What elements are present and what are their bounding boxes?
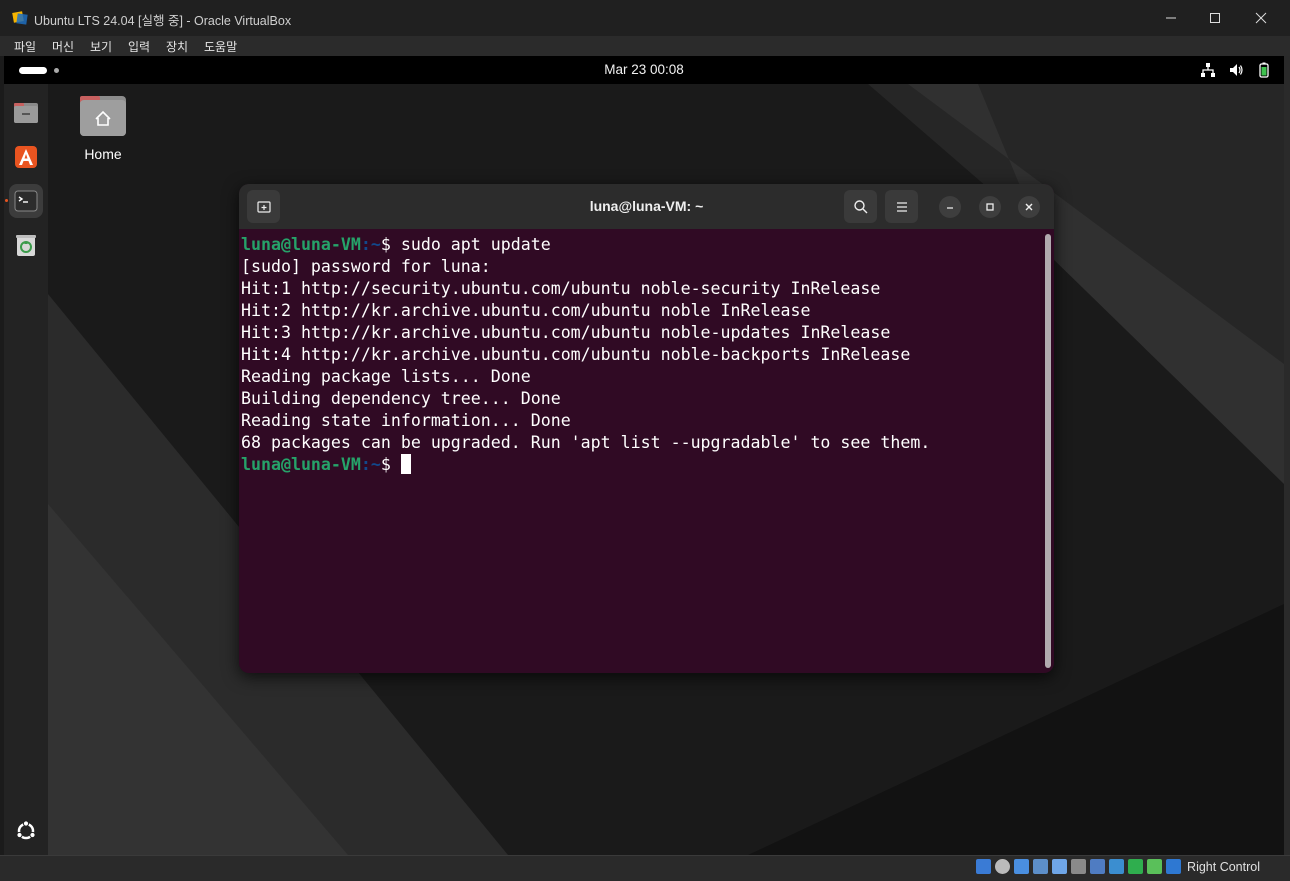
- terminal-title: luna@luna-VM: ~: [589, 198, 704, 214]
- prompt-path: :~: [360, 455, 381, 474]
- app-center-icon: [15, 146, 37, 168]
- files-icon: [14, 103, 38, 123]
- virtualbox-titlebar: Ubuntu LTS 24.04 [실행 중] - Oracle Virtual…: [0, 0, 1290, 36]
- recording-icon[interactable]: [1109, 859, 1124, 874]
- desktop-home-icon[interactable]: Home: [74, 94, 132, 162]
- usb-icon[interactable]: [1052, 859, 1067, 874]
- audio-icon[interactable]: [1014, 859, 1029, 874]
- maximize-icon: [986, 203, 994, 211]
- display-icon[interactable]: [1090, 859, 1105, 874]
- terminal-icon: [14, 190, 38, 212]
- prompt-user: luna@luna-VM: [241, 455, 361, 474]
- system-tray[interactable]: [1200, 62, 1272, 78]
- maximize-icon: [1210, 13, 1220, 23]
- menu-help[interactable]: 도움말: [204, 38, 237, 55]
- maximize-button[interactable]: [1192, 4, 1238, 32]
- terminal-scrollbar[interactable]: [1045, 234, 1051, 668]
- window-title: Ubuntu LTS 24.04 [실행 중] - Oracle Virtual…: [34, 14, 292, 28]
- window-border-right: [1284, 56, 1290, 855]
- vm-screen[interactable]: Mar 23 00:08 Home luna@luna-VM: ~ luna@l…: [4, 56, 1284, 855]
- terminal-window[interactable]: luna@luna-VM: ~ luna@luna-VM:~$ sudo apt…: [239, 184, 1054, 673]
- menu-button[interactable]: [885, 190, 918, 223]
- home-label: Home: [84, 146, 122, 162]
- prompt-user: luna@luna-VM: [241, 235, 361, 254]
- virtualbox-app-icon: [12, 11, 28, 25]
- network-adapter-icon[interactable]: [1033, 859, 1048, 874]
- current-prompt-line: luna@luna-VM:~$: [241, 454, 1041, 476]
- dock-trash[interactable]: [9, 228, 43, 262]
- command-line: luna@luna-VM:~$ sudo apt update: [241, 234, 1041, 256]
- minimize-icon: [1166, 17, 1176, 19]
- menu-file[interactable]: 파일: [14, 38, 36, 55]
- dock-app-center[interactable]: [9, 140, 43, 174]
- cpu-icon[interactable]: [1128, 859, 1143, 874]
- terminal-minimize-button[interactable]: [939, 196, 961, 218]
- prompt-sign: $: [380, 455, 401, 474]
- search-icon: [853, 199, 867, 213]
- desktop[interactable]: Home luna@luna-VM: ~ luna@luna-VM:~$ sud…: [48, 84, 1284, 855]
- optical-drive-icon[interactable]: [995, 859, 1010, 874]
- gnome-top-bar: Mar 23 00:08: [4, 56, 1284, 84]
- virtualbox-statusbar: Right Control: [0, 855, 1290, 881]
- ubuntu-dock: [4, 84, 48, 855]
- menu-input[interactable]: 입력: [128, 38, 150, 55]
- status-icons: [976, 859, 1181, 874]
- dock-files[interactable]: [9, 96, 43, 130]
- close-button[interactable]: [1238, 4, 1284, 32]
- terminal-close-button[interactable]: [1018, 196, 1040, 218]
- network-icon: [1201, 63, 1215, 77]
- prompt-sign: $: [380, 235, 401, 254]
- dock-show-apps[interactable]: [9, 814, 43, 848]
- prompt-path: :~: [360, 235, 381, 254]
- terminal-output[interactable]: luna@luna-VM:~$ sudo apt update [sudo] p…: [241, 234, 1041, 669]
- output-line: 68 packages can be upgraded. Run 'apt li…: [241, 433, 931, 452]
- search-button[interactable]: [844, 190, 877, 223]
- home-folder-icon: [80, 96, 126, 136]
- menu-machine[interactable]: 머신: [52, 38, 74, 55]
- host-key-label: Right Control: [1187, 860, 1260, 874]
- shared-folders-icon[interactable]: [1071, 859, 1086, 874]
- terminal-headerbar[interactable]: luna@luna-VM: ~: [239, 184, 1054, 229]
- clock[interactable]: Mar 23 00:08: [4, 62, 1284, 77]
- output-line: Hit:2 http://kr.archive.ubuntu.com/ubunt…: [241, 301, 811, 320]
- trash-icon: [16, 235, 36, 256]
- minimize-button[interactable]: [1148, 4, 1194, 32]
- minimize-icon: [947, 207, 953, 209]
- ubuntu-logo-icon: [16, 820, 36, 840]
- battery-icon: [1259, 62, 1269, 78]
- mouse-integration-icon[interactable]: [1147, 859, 1162, 874]
- output-line: Building dependency tree... Done: [241, 389, 561, 408]
- virtualbox-menubar: 파일 머신 보기 입력 장치 도움말: [0, 36, 1290, 56]
- command-text: sudo apt update: [400, 235, 551, 254]
- close-icon: [1025, 203, 1033, 211]
- output-line: Reading state information... Done: [241, 411, 571, 430]
- output-line: Hit:3 http://kr.archive.ubuntu.com/ubunt…: [241, 323, 891, 342]
- menu-devices[interactable]: 장치: [166, 38, 188, 55]
- output-line: [sudo] password for luna:: [241, 257, 491, 276]
- running-indicator: [5, 199, 8, 202]
- output-line: Hit:4 http://kr.archive.ubuntu.com/ubunt…: [241, 345, 911, 364]
- hard-disk-icon[interactable]: [976, 859, 991, 874]
- close-icon: [1255, 12, 1267, 24]
- text-cursor: [400, 454, 411, 474]
- hamburger-icon: [896, 201, 907, 212]
- terminal-maximize-button[interactable]: [979, 196, 1001, 218]
- output-line: Reading package lists... Done: [241, 367, 531, 386]
- volume-icon: [1230, 64, 1243, 76]
- menu-view[interactable]: 보기: [90, 38, 112, 55]
- keyboard-capture-icon[interactable]: [1166, 859, 1181, 874]
- dock-terminal[interactable]: [9, 184, 43, 218]
- output-line: Hit:1 http://security.ubuntu.com/ubuntu …: [241, 279, 881, 298]
